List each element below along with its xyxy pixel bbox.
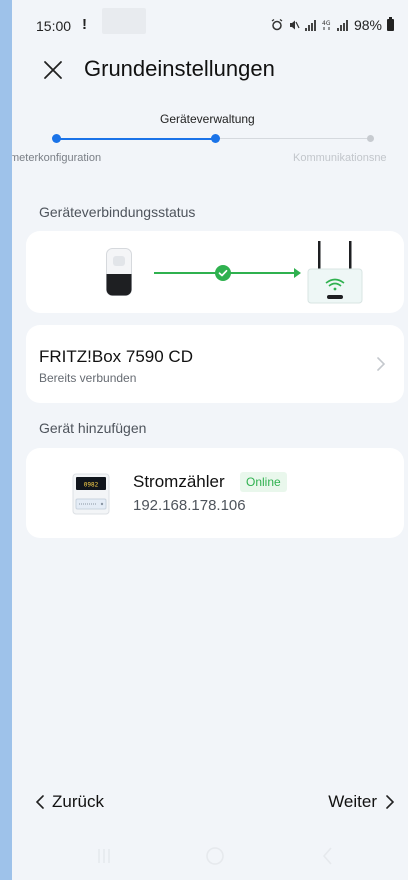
signal-icon-2 bbox=[336, 19, 349, 31]
smart-meter-icon bbox=[106, 248, 132, 296]
4g-icon: 4G bbox=[322, 20, 331, 30]
status-bar: 15:00 ! 4G 98% bbox=[12, 0, 408, 40]
chevron-right-icon bbox=[386, 795, 394, 809]
status-icons: 4G 98% bbox=[271, 17, 394, 33]
svg-text:0982: 0982 bbox=[84, 482, 99, 489]
close-icon[interactable] bbox=[42, 59, 64, 81]
battery-percent: 98% bbox=[353, 17, 382, 33]
device-name: Stromzähler bbox=[133, 472, 225, 491]
connection-section-title: Geräteverbindungsstatus bbox=[39, 204, 196, 220]
step-current-label: Geräteverwaltung bbox=[160, 112, 255, 126]
router-icon bbox=[307, 241, 363, 304]
step-next-label: Kommunikationsne bbox=[293, 152, 387, 164]
wizard-navigation: Zurück Weiter bbox=[12, 786, 408, 820]
page-title: Grundeinstellungen bbox=[84, 56, 275, 81]
step-dot-next bbox=[367, 135, 374, 142]
device-card[interactable]: 0982 Stromzähler Online 192.168.178.106 bbox=[26, 448, 404, 538]
notification-alert-icon: ! bbox=[82, 16, 87, 33]
step-dot-previous bbox=[52, 134, 61, 143]
signal-icon bbox=[304, 19, 317, 31]
step-previous-label: meterkonfiguration bbox=[12, 152, 102, 164]
mute-icon bbox=[289, 20, 300, 30]
recent-apps-icon[interactable] bbox=[92, 844, 116, 868]
battery-icon bbox=[387, 17, 394, 31]
status-time: 15:00 bbox=[36, 18, 72, 34]
chevron-right-icon bbox=[377, 357, 386, 371]
back-button[interactable]: Zurück bbox=[36, 792, 104, 812]
next-button[interactable]: Weiter bbox=[328, 792, 394, 812]
status-redacted-area bbox=[102, 8, 146, 34]
app-screen: 15:00 ! 4G 98% Grundeinstellungen Geräte… bbox=[12, 0, 408, 880]
page-header: Grundeinstellungen bbox=[12, 50, 408, 90]
check-icon bbox=[215, 265, 231, 281]
add-device-section-title: Gerät hinzufügen bbox=[39, 420, 147, 436]
home-icon[interactable] bbox=[203, 844, 227, 868]
router-status: Bereits verbunden bbox=[39, 371, 137, 385]
stepper-progress-line bbox=[56, 138, 216, 140]
alarm-icon bbox=[271, 19, 283, 31]
svg-text:4G: 4G bbox=[322, 20, 331, 27]
connection-status-card bbox=[26, 231, 404, 313]
chevron-left-icon bbox=[36, 795, 44, 809]
power-meter-icon: 0982 bbox=[72, 473, 110, 515]
system-back-icon[interactable] bbox=[316, 844, 340, 868]
connection-arrow-icon bbox=[294, 268, 301, 278]
setup-stepper: Geräteverwaltung meterkonfiguration Komm… bbox=[12, 108, 408, 168]
back-label: Zurück bbox=[52, 792, 104, 811]
online-status-badge: Online bbox=[240, 472, 287, 492]
stepper-remaining-line bbox=[216, 138, 372, 139]
step-dot-current bbox=[211, 134, 220, 143]
system-navigation-bar bbox=[12, 836, 408, 876]
router-card[interactable]: FRITZ!Box 7590 CD Bereits verbunden bbox=[26, 325, 404, 403]
next-label: Weiter bbox=[328, 792, 377, 811]
router-name: FRITZ!Box 7590 CD bbox=[39, 347, 193, 366]
device-ip-address: 192.168.178.106 bbox=[133, 497, 246, 514]
